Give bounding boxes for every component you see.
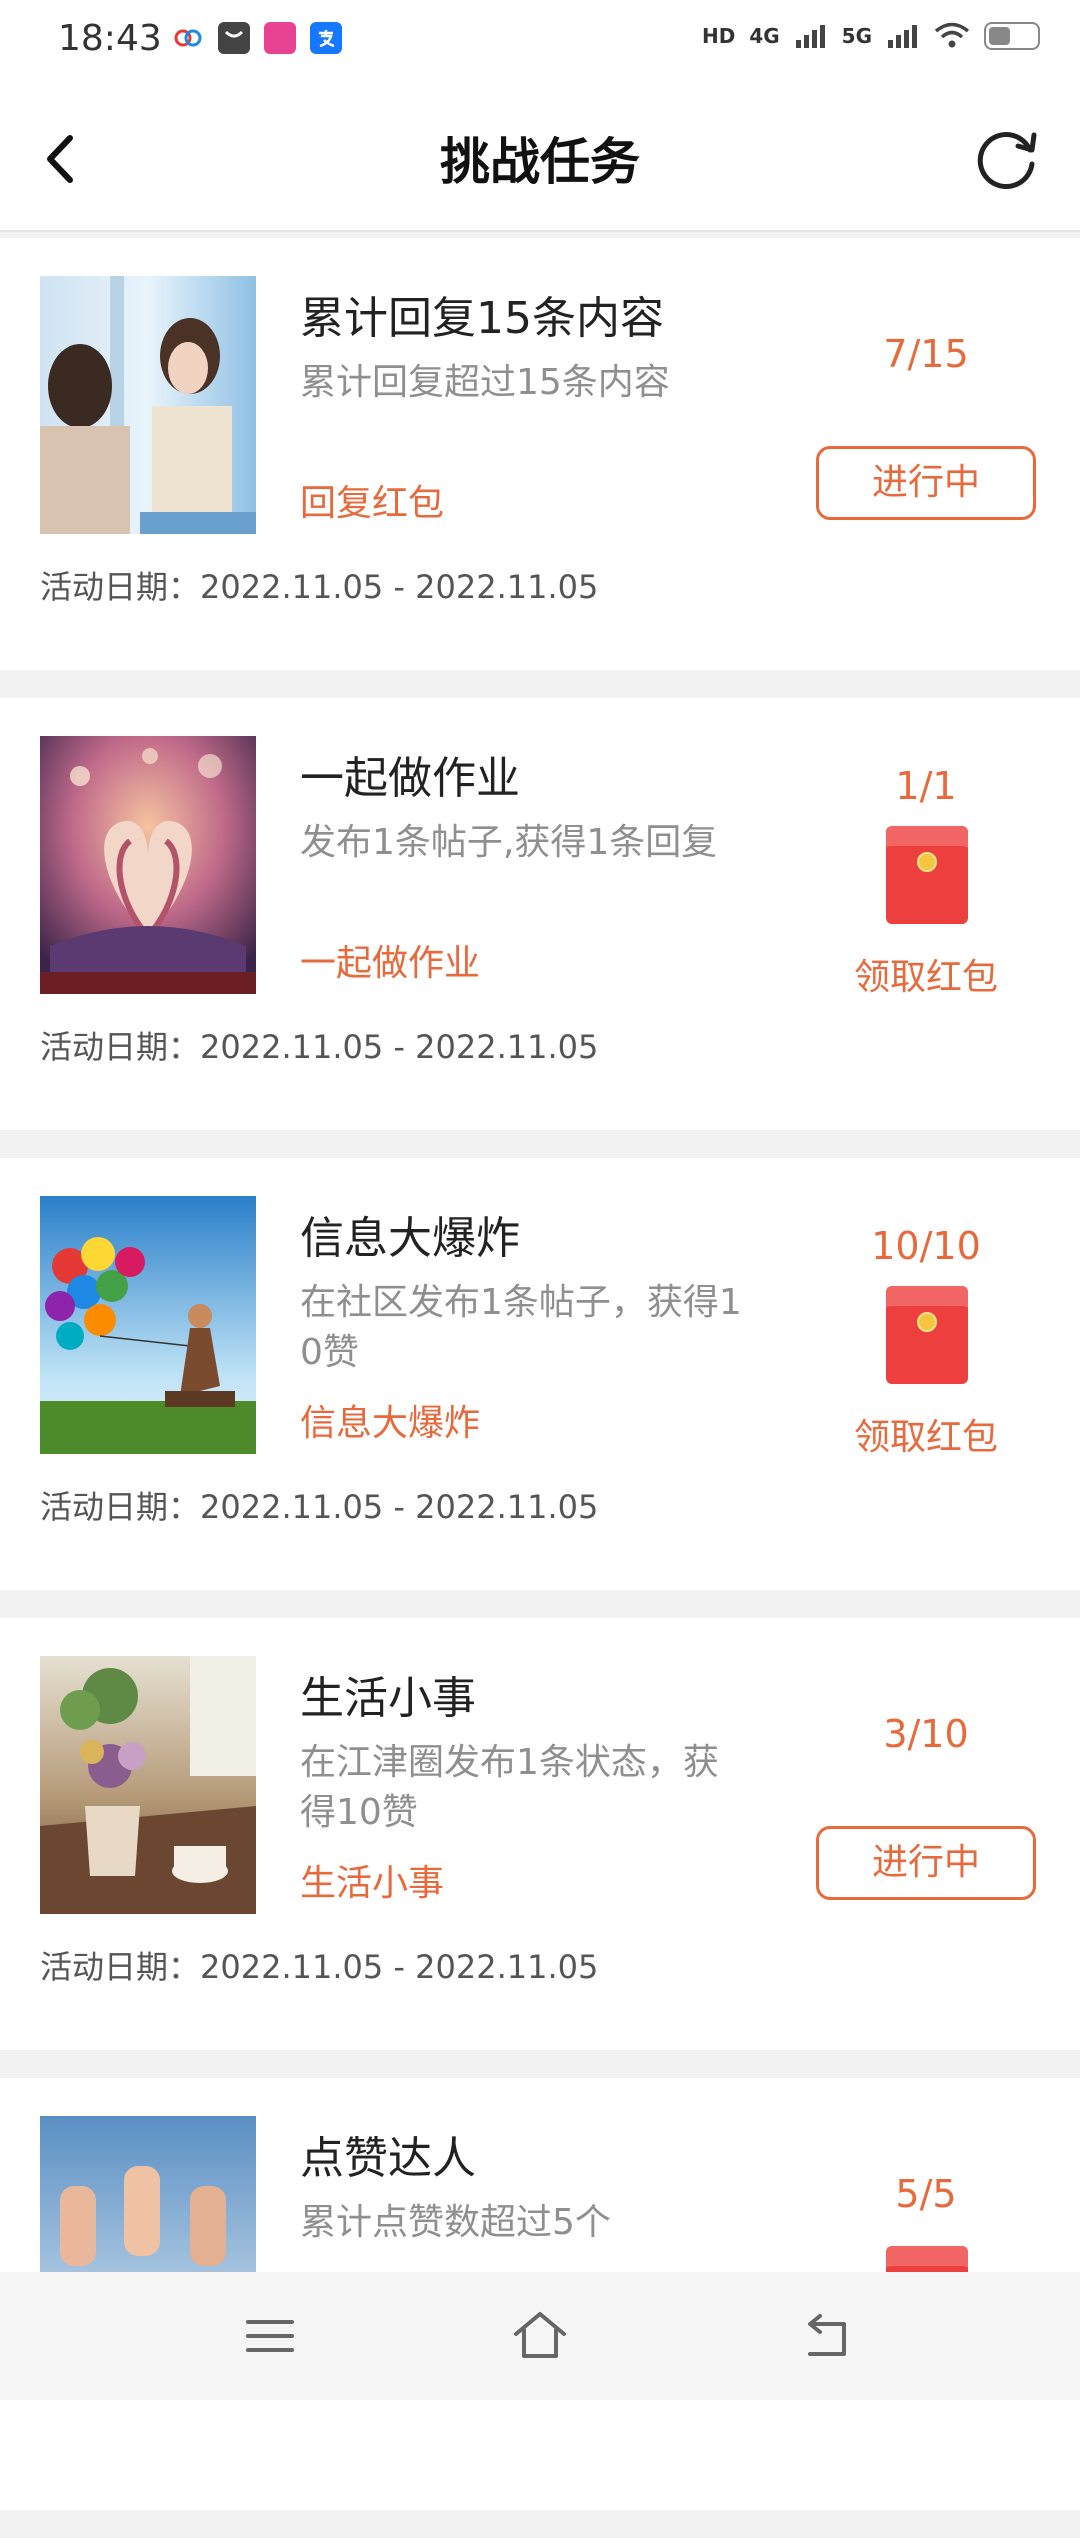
task-title: 一起做作业 <box>300 753 520 804</box>
task-description: 累计点赞数超过5个 <box>300 2202 611 2243</box>
task-thumbnail <box>40 736 256 994</box>
date-range: 2022.11.05 - 2022.11.05 <box>200 568 599 606</box>
date-range: 2022.11.05 - 2022.11.05 <box>200 1028 599 1066</box>
task-description: 在江津圈发布1条状态，获 得10赞 <box>300 1742 719 1833</box>
task-title: 信息大爆炸 <box>300 1213 520 1264</box>
in-progress-button[interactable]: 进行中 <box>816 1826 1036 1900</box>
task-card[interactable]: 累计回复15条内容 累计回复超过15条内容 回复红包 活动日期：2022.11.… <box>0 238 1080 670</box>
signal-icon-2 <box>888 25 917 48</box>
task-card[interactable]: 生活小事 在江津圈发布1条状态，获 得10赞 生活小事 活动日期：2022.11… <box>0 1618 1080 2050</box>
bottom-navigation-bar <box>0 2272 1080 2400</box>
status-time: 18:43 <box>58 18 162 59</box>
task-description: 发布1条帖子,获得1条回复 <box>300 822 718 863</box>
task-list: 累计回复15条内容 累计回复超过15条内容 回复红包 活动日期：2022.11.… <box>0 238 1080 2538</box>
task-progress: 3/10 <box>883 1712 969 1756</box>
task-reward-tag: 信息大爆炸 <box>300 1403 481 1444</box>
task-thumbnail <box>40 1656 256 1914</box>
home-icon[interactable] <box>510 2306 570 2366</box>
alipay-icon <box>310 22 342 54</box>
shopping-app-icon <box>264 22 296 54</box>
date-range: 2022.11.05 - 2022.11.05 <box>200 1488 599 1526</box>
red-packet-icon[interactable] <box>886 826 968 924</box>
date-label: 活动日期： <box>40 1488 201 1526</box>
task-date: 活动日期：2022.11.05 - 2022.11.05 <box>40 562 598 608</box>
5g-app-icon <box>172 22 204 54</box>
status-indicators: HD 4G 5G <box>702 22 1040 50</box>
red-packet-icon[interactable] <box>886 1286 968 1384</box>
status-bar: 18:43 HD 4G 5G <box>0 0 1080 84</box>
task-description: 累计回复超过15条内容 <box>300 362 670 403</box>
claim-red-packet-button[interactable]: 领取红包 <box>816 1408 1036 1460</box>
5g-label: 5G <box>841 24 872 48</box>
page-title: 挑战任务 <box>440 133 640 191</box>
menu-icon[interactable] <box>240 2306 300 2366</box>
back-icon[interactable] <box>796 2306 856 2366</box>
date-label: 活动日期： <box>40 1028 201 1066</box>
task-reward-tag: 生活小事 <box>300 1863 445 1904</box>
task-progress: 10/10 <box>871 1224 981 1268</box>
signal-icon <box>795 25 825 48</box>
task-thumbnail <box>40 276 256 534</box>
task-date: 活动日期：2022.11.05 - 2022.11.05 <box>40 1482 598 1528</box>
status-app-icons <box>172 22 342 54</box>
task-thumbnail <box>40 1196 256 1454</box>
task-progress: 7/15 <box>883 332 969 376</box>
task-title: 点赞达人 <box>300 2133 476 2184</box>
battery-icon <box>984 22 1040 50</box>
task-date: 活动日期：2022.11.05 - 2022.11.05 <box>40 1942 598 1988</box>
in-progress-button[interactable]: 进行中 <box>816 446 1036 520</box>
claim-red-packet-button[interactable]: 领取红包 <box>816 948 1036 1000</box>
task-date: 活动日期：2022.11.05 - 2022.11.05 <box>40 1022 598 1068</box>
4g-label: 4G <box>749 24 780 48</box>
task-title: 累计回复15条内容 <box>300 293 664 344</box>
task-progress: 5/5 <box>895 2172 957 2216</box>
hd-label: HD <box>701 24 736 48</box>
refresh-icon[interactable] <box>968 120 1044 196</box>
task-title: 生活小事 <box>300 1673 476 1724</box>
task-card[interactable]: 一起做作业 发布1条帖子,获得1条回复 一起做作业 活动日期：2022.11.0… <box>0 698 1080 1130</box>
task-description: 在社区发布1条帖子，获得1 0赞 <box>300 1282 742 1373</box>
nav-bar: 挑战任务 <box>0 84 1080 232</box>
date-label: 活动日期： <box>40 568 201 606</box>
message-app-icon <box>218 22 250 54</box>
task-progress: 1/1 <box>895 764 957 808</box>
task-reward-tag: 一起做作业 <box>300 943 481 984</box>
date-label: 活动日期： <box>40 1948 201 1986</box>
wifi-icon <box>934 22 970 48</box>
task-card[interactable]: 信息大爆炸 在社区发布1条帖子，获得1 0赞 信息大爆炸 活动日期：2022.1… <box>0 1158 1080 1590</box>
date-range: 2022.11.05 - 2022.11.05 <box>200 1948 599 1986</box>
task-reward-tag: 回复红包 <box>300 483 445 524</box>
